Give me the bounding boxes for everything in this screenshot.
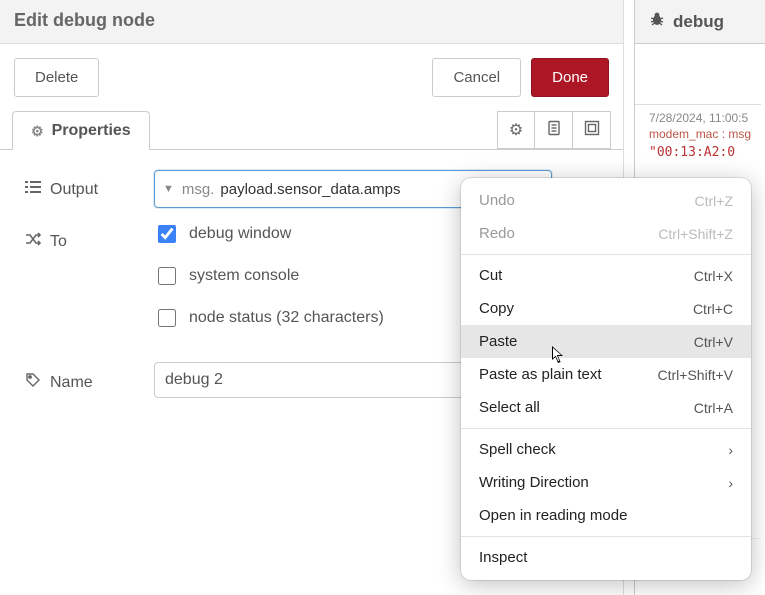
node-status-label: node status (32 characters) — [189, 309, 384, 327]
menu-separator — [461, 254, 751, 255]
menu-item-label: Select all — [479, 399, 540, 416]
output-type-label[interactable]: msg. — [180, 181, 215, 198]
menu-item-open-in-reading-mode[interactable]: Open in reading mode — [461, 499, 751, 532]
chevron-right-icon: › — [728, 475, 733, 491]
menu-item-shortcut: Ctrl+X — [694, 268, 733, 284]
chevron-down-icon[interactable]: ▼ — [163, 183, 174, 195]
debug-entry: 7/28/2024, 11:00:5 modem_mac : msg "00:1… — [635, 104, 761, 160]
to-label: To — [24, 222, 154, 251]
debug-topic: modem_mac : msg — [649, 127, 761, 141]
menu-item-shortcut: Ctrl+Shift+V — [658, 367, 733, 383]
system-console-label: system console — [189, 267, 299, 285]
name-label: Name — [24, 362, 154, 393]
menu-item-label: Spell check — [479, 441, 556, 458]
tab-properties[interactable]: ⚙ Properties — [12, 111, 150, 150]
menu-item-spell-check[interactable]: Spell check › — [461, 433, 751, 466]
context-menu: UndoCtrl+ZRedoCtrl+Shift+ZCutCtrl+XCopyC… — [461, 178, 751, 580]
node-appearance-button[interactable] — [573, 111, 611, 149]
cancel-button[interactable]: Cancel — [432, 58, 521, 97]
menu-item-shortcut: Ctrl+Z — [695, 193, 734, 209]
menu-item-shortcut: Ctrl+A — [694, 400, 733, 416]
sidebar-tab-debug[interactable]: debug — [634, 0, 765, 44]
node-doc-button[interactable] — [535, 111, 573, 149]
system-console-checkbox[interactable] — [158, 267, 176, 285]
bug-icon — [649, 11, 665, 32]
menu-item-redo: Redo Ctrl+Shift+Z — [461, 217, 751, 250]
menu-item-select-all[interactable]: Select all Ctrl+A — [461, 391, 751, 424]
sidebar-tab-label: debug — [673, 12, 724, 32]
list-icon — [24, 180, 42, 199]
menu-item-undo: Undo Ctrl+Z — [461, 184, 751, 217]
menu-item-shortcut: Ctrl+V — [694, 334, 733, 350]
menu-item-label: Inspect — [479, 549, 527, 566]
tabs: ⚙ Properties ⚙ — [0, 111, 623, 150]
menu-item-inspect[interactable]: Inspect — [461, 541, 751, 574]
menu-item-shortcut: Ctrl+C — [693, 301, 733, 317]
panel-title: Edit debug node — [0, 0, 623, 44]
to-label-text: To — [50, 233, 67, 251]
menu-item-label: Paste as plain text — [479, 366, 602, 383]
menu-item-label: Paste — [479, 333, 517, 350]
name-label-text: Name — [50, 374, 93, 392]
shuffle-icon — [24, 232, 42, 251]
tab-label: Properties — [52, 122, 131, 140]
debug-value: "00:13:A2:0 — [649, 145, 761, 160]
tag-icon — [24, 372, 42, 393]
done-button[interactable]: Done — [531, 58, 609, 97]
menu-item-label: Cut — [479, 267, 502, 284]
gear-icon: ⚙ — [31, 123, 44, 140]
menu-item-label: Writing Direction — [479, 474, 589, 491]
menu-item-paste-as-plain-text[interactable]: Paste as plain text Ctrl+Shift+V — [461, 358, 751, 391]
menu-separator — [461, 428, 751, 429]
document-icon — [546, 120, 562, 141]
node-status-checkbox[interactable] — [158, 309, 176, 327]
menu-item-writing-direction[interactable]: Writing Direction › — [461, 466, 751, 499]
debug-time: 7/28/2024, 11:00:5 — [649, 111, 761, 125]
output-label-text: Output — [50, 181, 98, 199]
output-label: Output — [24, 170, 154, 199]
menu-item-copy[interactable]: Copy Ctrl+C — [461, 292, 751, 325]
menu-item-label: Open in reading mode — [479, 507, 627, 524]
box-icon — [583, 119, 601, 142]
menu-item-shortcut: Ctrl+Shift+Z — [658, 226, 733, 242]
delete-button[interactable]: Delete — [14, 58, 99, 97]
menu-item-cut[interactable]: Cut Ctrl+X — [461, 259, 751, 292]
menu-separator — [461, 536, 751, 537]
chevron-right-icon: › — [728, 442, 733, 458]
debug-window-label: debug window — [189, 225, 291, 243]
menu-item-label: Redo — [479, 225, 515, 242]
node-settings-button[interactable]: ⚙ — [497, 111, 535, 149]
menu-item-paste[interactable]: Paste Ctrl+V — [461, 325, 751, 358]
menu-item-label: Undo — [479, 192, 515, 209]
menu-item-label: Copy — [479, 300, 514, 317]
button-row: Delete Cancel Done — [0, 44, 623, 111]
gear-icon: ⚙ — [509, 120, 523, 140]
debug-window-checkbox[interactable] — [158, 225, 176, 243]
